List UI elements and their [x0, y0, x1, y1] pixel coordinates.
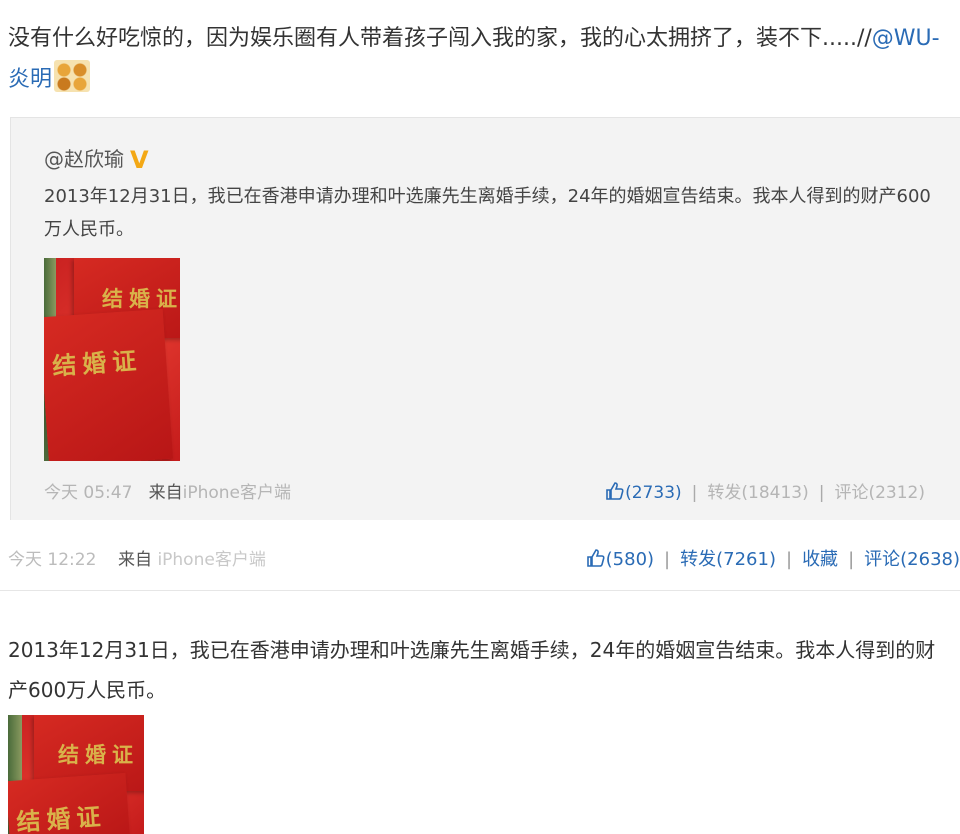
quoted-meta: 今天 05:47 来自iPhone客户端 — [44, 478, 291, 503]
favorite-button[interactable]: 收藏 — [802, 549, 838, 570]
verified-icon: V — [130, 146, 149, 174]
divider — [0, 590, 960, 591]
second-post-text: 2013年12月31日，我已在香港申请办理和叶选廉先生离婚手续，24年的婚姻宣告… — [8, 638, 936, 702]
quoted-post: @赵欣瑜 V 2013年12月31日，我已在香港申请办理和叶选廉先生离婚手续，24… — [10, 117, 960, 520]
post-body: 没有什么好吃惊的，因为娱乐圈有人带着孩子闯入我的家，我的心太拥挤了，装不下...… — [8, 26, 872, 51]
second-certificate-back-title: 结婚证 — [58, 742, 139, 767]
like-button[interactable]: (580) — [586, 549, 654, 570]
post-meta: 今天 12:22 来自 iPhone客户端 — [8, 545, 266, 570]
like-count: (580) — [605, 549, 655, 570]
quoted-author-link[interactable]: @赵欣瑜 — [44, 147, 124, 171]
thumbs-up-icon — [586, 549, 605, 567]
quoted-image[interactable]: 结婚证 结婚证 — [44, 258, 180, 461]
quoted-source-label: 来自 — [148, 483, 183, 503]
second-certificate-front-title: 结婚证 — [15, 801, 108, 834]
quoted-time[interactable]: 今天 05:47 — [44, 483, 132, 503]
quoted-source-link[interactable]: iPhone客户端 — [183, 483, 291, 503]
quoted-like-button[interactable]: (2733) — [605, 482, 682, 503]
quoted-author: @赵欣瑜 V — [44, 143, 149, 174]
post-actions: (580) | 转发(7261) | 收藏 | 评论(2638) — [586, 545, 960, 571]
certificate-back-title: 结婚证 — [102, 286, 180, 311]
certificate-front-title: 结婚证 — [51, 345, 144, 381]
quoted-text: 2013年12月31日，我已在香港申请办理和叶选廉先生离婚手续，24年的婚姻宣告… — [44, 186, 931, 240]
quoted-actions: (2733) | 转发(18413) | 评论(2312) — [605, 478, 925, 503]
repost-button[interactable]: 转发(7261) — [680, 549, 776, 570]
comment-button[interactable]: 评论(2638) — [864, 549, 960, 570]
post-source-label: 来自 — [118, 550, 153, 570]
quoted-comment-button[interactable]: 评论(2312) — [834, 483, 925, 503]
post-source-link[interactable]: iPhone客户端 — [157, 550, 265, 570]
thumbs-up-icon — [606, 482, 624, 500]
post-text: 没有什么好吃惊的，因为娱乐圈有人带着孩子闯入我的家，我的心太拥挤了，装不下...… — [8, 18, 953, 100]
post-time[interactable]: 今天 12:22 — [8, 550, 96, 570]
quoted-repost-button[interactable]: 转发(18413) — [707, 483, 808, 503]
second-post-image[interactable]: 结婚证 结婚证 — [8, 715, 144, 834]
emoji-icon — [54, 60, 91, 92]
quoted-like-count: (2733) — [625, 483, 682, 503]
